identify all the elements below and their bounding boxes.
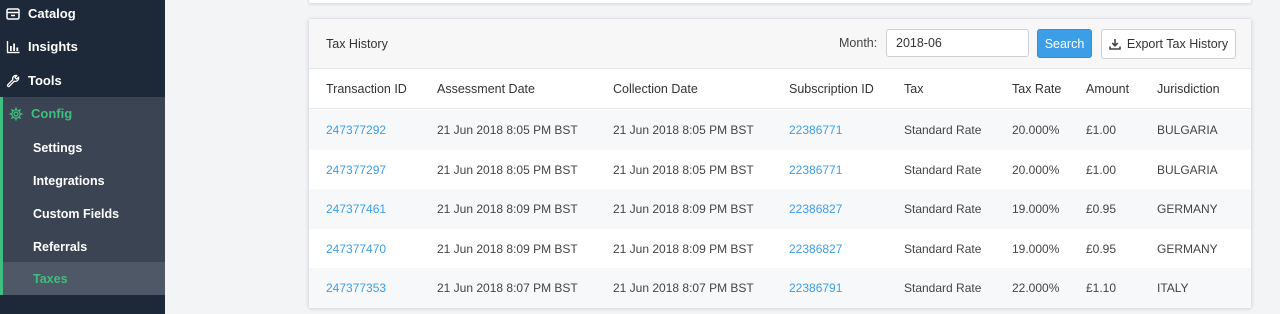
previous-card [308, 0, 1252, 4]
collection-date: 21 Jun 2018 8:09 PM BST [613, 241, 754, 256]
sidebar-item-label: Tools [28, 73, 62, 88]
sidebar-item-label: Catalog [28, 6, 76, 21]
amount: £0.95 [1086, 202, 1117, 216]
amount: £0.95 [1086, 241, 1117, 256]
panel-title: Tax History [326, 37, 388, 51]
tax-name: Standard Rate [904, 281, 982, 295]
subscription-id-link[interactable]: 22386827 [789, 202, 842, 216]
table-header: Transaction ID Assessment Date Collectio… [309, 69, 1251, 109]
amount: £1.10 [1086, 281, 1117, 295]
search-button[interactable]: Search [1037, 29, 1092, 58]
tax-rate: 20.000% [1012, 162, 1060, 177]
table-row: 247377461 21 Jun 2018 8:09 PM BST 21 Jun… [309, 189, 1251, 229]
subscription-id-link[interactable]: 22386771 [789, 123, 842, 137]
column-header-collection-date: Collection Date [613, 82, 698, 96]
table-row: 247377353 21 Jun 2018 8:07 PM BST 21 Jun… [309, 268, 1251, 308]
sidebar-item-config[interactable]: Config [3, 97, 165, 130]
tax-name: Standard Rate [904, 241, 982, 256]
column-header-assessment-date: Assessment Date [437, 82, 535, 96]
download-icon [1109, 39, 1121, 50]
tax-name: Standard Rate [904, 162, 982, 177]
transaction-id-link[interactable]: 247377461 [326, 202, 386, 216]
sidebar-subitem-integrations[interactable]: Integrations [33, 164, 105, 197]
table-row: 247377470 21 Jun 2018 8:09 PM BST 21 Jun… [309, 229, 1251, 269]
transaction-id-link[interactable]: 247377292 [326, 123, 386, 137]
bar-chart-icon [6, 40, 20, 54]
collection-date: 21 Jun 2018 8:05 PM BST [613, 162, 754, 177]
gear-icon [9, 106, 23, 121]
tax-rate: 20.000% [1012, 123, 1060, 137]
sidebar-item-insights[interactable]: Insights [0, 30, 165, 63]
panel-header: Tax History Month: Search Export Tax His… [309, 19, 1251, 69]
sidebar-item-label: Insights [28, 39, 78, 54]
table-row: 247377292 21 Jun 2018 8:05 PM BST 21 Jun… [309, 110, 1251, 150]
assessment-date: 21 Jun 2018 8:05 PM BST [437, 123, 578, 137]
tax-rate: 19.000% [1012, 241, 1060, 256]
subscription-id-link[interactable]: 22386791 [789, 281, 842, 295]
sidebar: Catalog Insights Tools Config Settings I… [0, 0, 165, 314]
assessment-date: 21 Jun 2018 8:09 PM BST [437, 202, 578, 216]
column-header-amount: Amount [1086, 82, 1130, 96]
tax-history-panel: Tax History Month: Search Export Tax His… [308, 18, 1252, 308]
collection-date: 21 Jun 2018 8:07 PM BST [613, 281, 754, 295]
column-header-transaction-id: Transaction ID [326, 82, 407, 96]
catalog-icon [6, 7, 20, 21]
column-header-jurisdiction: Jurisdiction [1157, 82, 1220, 96]
tax-name: Standard Rate [904, 123, 982, 137]
tax-rate: 19.000% [1012, 202, 1060, 216]
column-header-tax: Tax [904, 82, 924, 96]
amount: £1.00 [1086, 123, 1117, 137]
jurisdiction: GERMANY [1157, 202, 1218, 216]
jurisdiction: GERMANY [1157, 241, 1218, 256]
sidebar-item-label: Config [31, 106, 73, 121]
sidebar-subitem-custom-fields[interactable]: Custom Fields [33, 197, 119, 230]
column-header-subscription-id: Subscription ID [789, 82, 874, 96]
jurisdiction: BULGARIA [1157, 162, 1218, 177]
sidebar-subitem-referrals[interactable]: Referrals [33, 230, 87, 263]
export-label: Export Tax History [1126, 37, 1229, 51]
sidebar-item-catalog[interactable]: Catalog [0, 0, 165, 30]
assessment-date: 21 Jun 2018 8:07 PM BST [437, 281, 578, 295]
assessment-date: 21 Jun 2018 8:05 PM BST [437, 162, 578, 177]
wrench-icon [6, 74, 20, 88]
config-section: Config Settings Integrations Custom Fiel… [0, 97, 165, 295]
transaction-id-link[interactable]: 247377297 [326, 163, 386, 177]
export-tax-history-button[interactable]: Export Tax History [1101, 29, 1236, 59]
collection-date: 21 Jun 2018 8:05 PM BST [613, 123, 754, 137]
jurisdiction: BULGARIA [1157, 123, 1218, 137]
transaction-id-link[interactable]: 247377353 [326, 281, 386, 295]
column-header-tax-rate: Tax Rate [1012, 82, 1062, 96]
jurisdiction: ITALY [1157, 281, 1189, 295]
subscription-id-link[interactable]: 22386771 [789, 163, 842, 177]
table-row: 247377297 21 Jun 2018 8:05 PM BST 21 Jun… [309, 150, 1251, 190]
month-input[interactable] [886, 29, 1029, 57]
month-label: Month: [839, 36, 878, 50]
sidebar-subitem-taxes[interactable]: Taxes [33, 262, 68, 295]
amount: £1.00 [1086, 162, 1117, 177]
active-item-highlight [3, 262, 165, 295]
transaction-id-link[interactable]: 247377470 [326, 242, 386, 256]
assessment-date: 21 Jun 2018 8:09 PM BST [437, 241, 578, 256]
collection-date: 21 Jun 2018 8:09 PM BST [613, 202, 754, 216]
tax-rate: 22.000% [1012, 281, 1060, 295]
sidebar-item-tools[interactable]: Tools [0, 64, 165, 97]
subscription-id-link[interactable]: 22386827 [789, 242, 842, 256]
sidebar-subitem-settings[interactable]: Settings [33, 131, 82, 164]
tax-name: Standard Rate [904, 202, 982, 216]
